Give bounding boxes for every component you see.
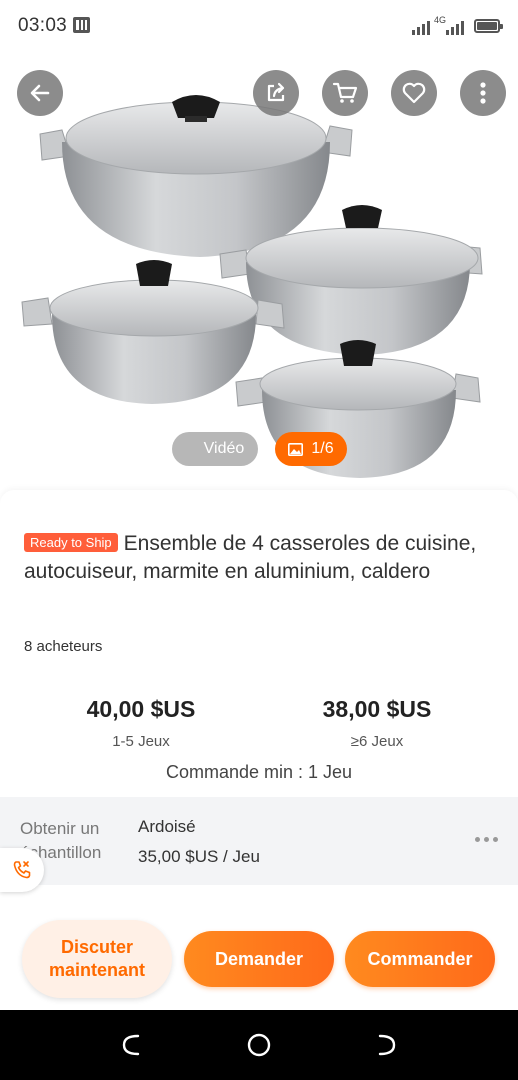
image-counter: 1/6 [311, 440, 334, 457]
back-arrow-icon [30, 84, 50, 102]
notification-app-icon [73, 17, 90, 33]
status-bar: 03:03 4G [0, 0, 518, 52]
price-quantity: ≥6 Jeux [350, 733, 404, 750]
status-indicators: 4G [411, 13, 503, 35]
min-order: Commande min : 1 Jeu [165, 762, 353, 782]
video-label: Vidéo [203, 440, 245, 457]
sample-row[interactable]: Obtenir un échantillon Ardoisé 35,00 $US… [0, 797, 518, 885]
price-value: 38,00 $US [322, 696, 432, 722]
price-tier-1: 40,00 $US 1-5 Jeux [41, 696, 241, 750]
favorite-button[interactable] [391, 70, 437, 116]
battery-level [477, 22, 497, 30]
cart-button[interactable] [322, 70, 368, 116]
product-image [21, 95, 483, 478]
video-tab[interactable]: Vidéo [172, 432, 258, 466]
small-pot [235, 340, 481, 478]
share-button[interactable] [253, 70, 299, 116]
product-title-block: Ready to Ship Ensemble de 4 casseroles de… [24, 530, 494, 586]
recent-apps-button[interactable] [120, 1032, 146, 1058]
share-icon [267, 82, 285, 102]
price-tier-2: 38,00 $US ≥6 Jeux [277, 696, 477, 750]
status-time: 03:03 [18, 15, 68, 36]
back-button[interactable] [17, 70, 63, 116]
order-button[interactable]: Commander [345, 931, 495, 987]
signal-icon [411, 17, 430, 35]
action-bar: Discuter maintenant Demander Commander [0, 902, 518, 1010]
sample-price: 35,00 $US / Jeu [138, 847, 260, 866]
call-button[interactable] [0, 848, 44, 892]
system-navigation-bar [0, 1010, 518, 1080]
more-options-button[interactable] [460, 70, 506, 116]
buyers-count: 8 acheteurs [24, 638, 103, 655]
price-value: 40,00 $US [86, 696, 196, 722]
sample-variant: Ardoisé [138, 817, 196, 836]
inquire-button[interactable]: Demander [184, 931, 334, 987]
image-icon [288, 442, 304, 456]
network-type: 4G [433, 15, 446, 25]
phone-call-icon [13, 861, 31, 879]
ready-to-ship-badge: Ready to Ship [24, 533, 118, 552]
signal-icon-2 [446, 17, 464, 35]
more-vertical-icon [480, 82, 486, 104]
product-detail-card: Ready to Ship Ensemble de 4 casseroles de… [0, 490, 518, 902]
home-button[interactable] [246, 1032, 272, 1058]
image-tab[interactable]: 1/6 [275, 432, 347, 466]
cart-icon [332, 82, 358, 103]
price-quantity: 1-5 Jeux [112, 733, 170, 750]
heart-icon [402, 82, 426, 104]
product-image-gallery[interactable]: Vidéo 1/6 [0, 52, 518, 500]
chat-now-button[interactable]: Discuter maintenant [22, 920, 172, 998]
battery-icon [474, 19, 503, 33]
more-horizontal-icon[interactable] [475, 837, 498, 842]
back-nav-button[interactable] [372, 1032, 398, 1058]
